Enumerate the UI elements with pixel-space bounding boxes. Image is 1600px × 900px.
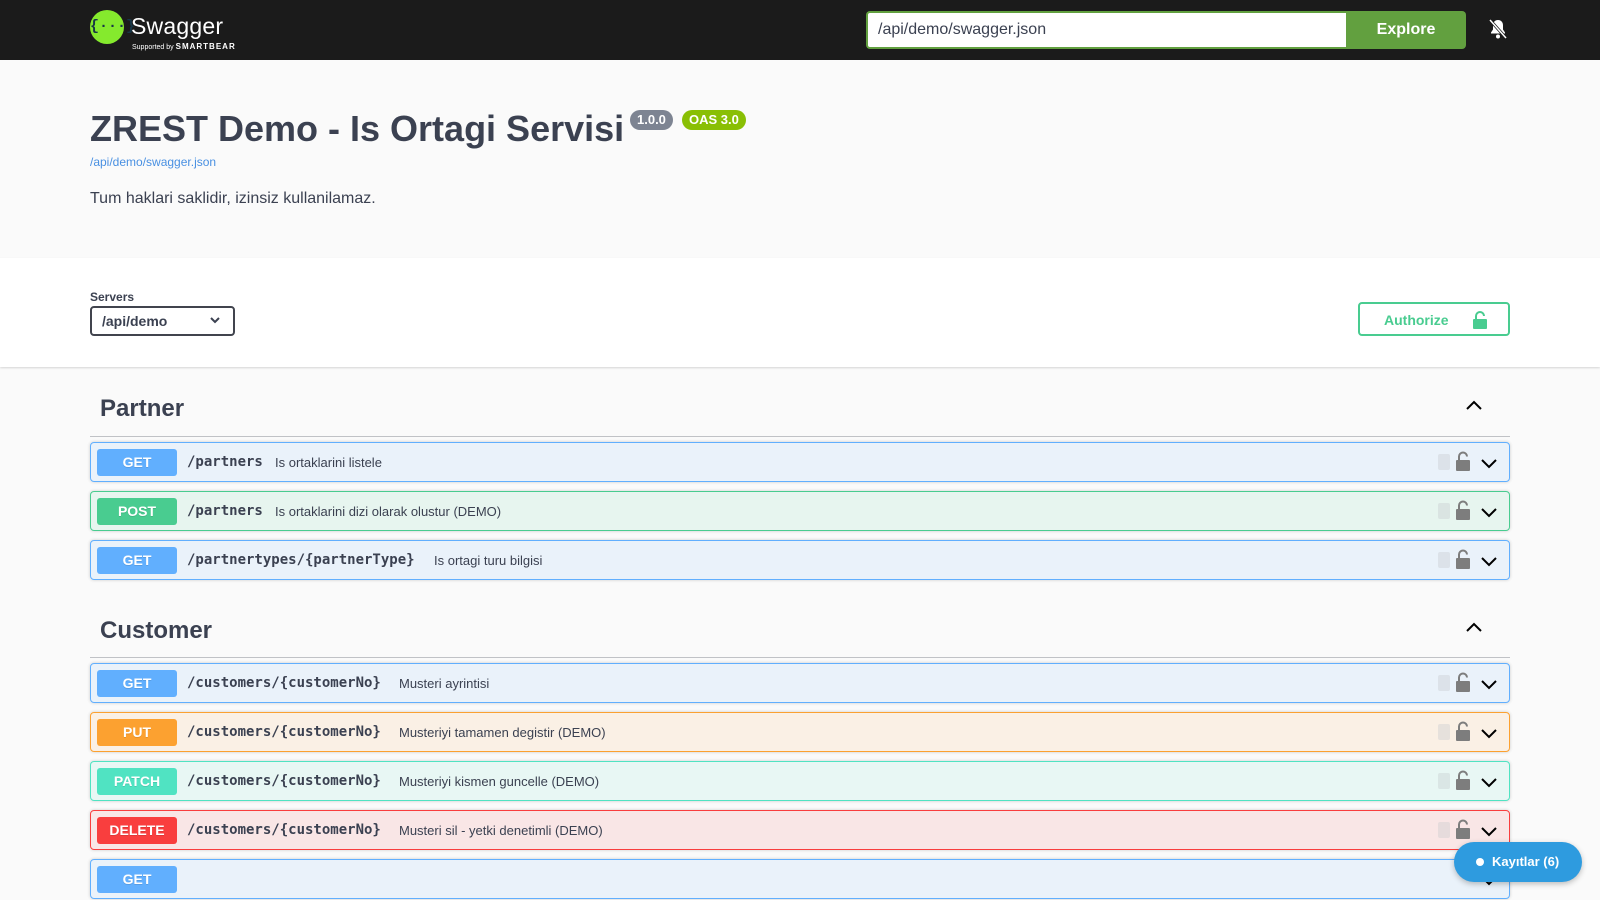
unlocked-lock-icon[interactable] <box>1455 672 1471 692</box>
page-title: ZREST Demo - Is Ortagi Servisi <box>90 108 625 149</box>
tag-name: Customer <box>100 617 213 644</box>
selected-server: /api/demo <box>102 313 168 329</box>
tag-section-header[interactable]: Partner <box>90 367 1510 437</box>
chevron-down-icon[interactable] <box>1479 502 1499 522</box>
operation-path: /customers/{customerNo} <box>187 822 381 838</box>
unlocked-lock-icon[interactable] <box>1455 819 1471 839</box>
authorize-button[interactable]: Authorize <box>1358 302 1510 336</box>
unlocked-lock-icon <box>1473 311 1487 329</box>
servers-select[interactable]: /api/demo <box>90 306 235 336</box>
method-badge: GET <box>97 547 177 574</box>
api-info: ZREST Demo - Is Ortagi Servisi 1.0.0 OAS… <box>0 60 1600 258</box>
copy-icon[interactable] <box>1437 723 1451 741</box>
swagger-logo[interactable]: {···} Swagger Supported by SMARTBEAR <box>90 10 240 52</box>
api-description: Tum haklari saklidir, izinsiz kullanilam… <box>90 190 376 207</box>
version-badge: 1.0.0 <box>630 110 673 130</box>
copy-icon[interactable] <box>1437 674 1451 692</box>
operation-path: /partners <box>187 503 263 519</box>
operation-path: /partnertypes/{partnerType} <box>187 552 415 568</box>
chevron-down-icon[interactable] <box>1479 674 1499 694</box>
operation-summary: Is ortaklarini listele <box>275 455 382 470</box>
chevron-down-icon <box>210 317 220 324</box>
swagger-logo-icon: {···} <box>90 10 135 44</box>
unlocked-lock-icon[interactable] <box>1455 500 1471 520</box>
operation-path: /customers/{customerNo} <box>187 675 381 691</box>
chevron-down-icon[interactable] <box>1479 551 1499 571</box>
tag-name: Partner <box>100 395 185 422</box>
method-badge: GET <box>97 449 177 476</box>
method-badge: GET <box>97 670 177 697</box>
method-badge: PUT <box>97 719 177 746</box>
operation-summary: Musteriyi kismen guncelle (DEMO) <box>399 774 600 789</box>
unlocked-lock-icon[interactable] <box>1455 451 1471 471</box>
unlocked-lock-icon[interactable] <box>1455 549 1471 569</box>
status-dot-icon <box>1476 858 1484 866</box>
operation-row[interactable]: DELETE /customers/{customerNo} Musteri s… <box>90 810 1510 850</box>
chevron-down-icon[interactable] <box>1479 821 1499 841</box>
chevron-up-icon <box>1466 622 1482 632</box>
operation-row[interactable]: GET <box>90 859 1510 899</box>
logo-tagline: Supported by SMARTBEAR <box>132 42 236 51</box>
unlocked-lock-icon[interactable] <box>1455 721 1471 741</box>
copy-icon[interactable] <box>1437 551 1451 569</box>
copy-icon[interactable] <box>1437 502 1451 520</box>
scheme-container: Servers /api/demo Authorize <box>0 258 1600 367</box>
operation-summary: Musteri sil - yetki denetimli (DEMO) <box>399 823 603 838</box>
method-badge: PATCH <box>97 768 177 795</box>
logo-name: Swagger <box>131 13 224 39</box>
logs-label: Kayıtlar (6) <box>1492 854 1560 869</box>
bell-off-icon[interactable] <box>1486 17 1510 41</box>
operation-summary: Is ortaklarini dizi olarak olustur (DEMO… <box>275 504 502 519</box>
copy-icon[interactable] <box>1437 772 1451 790</box>
tag-section-header[interactable]: Customer <box>90 589 1510 658</box>
chevron-up-icon <box>1466 400 1482 410</box>
operation-summary: Musteri ayrintisi <box>399 676 490 691</box>
chevron-down-icon[interactable] <box>1479 772 1499 792</box>
operation-path: /partners <box>187 454 263 470</box>
spec-url-input[interactable] <box>866 11 1347 49</box>
operation-summary: Musteriyi tamamen degistir (DEMO) <box>399 725 606 740</box>
spec-link[interactable]: /api/demo/swagger.json <box>90 155 216 169</box>
operation-row[interactable]: GET /partnertypes/{partnerType} Is ortag… <box>90 540 1510 580</box>
operation-row[interactable]: POST /partners Is ortaklarini dizi olara… <box>90 491 1510 531</box>
chevron-down-icon[interactable] <box>1479 723 1499 743</box>
operation-path: /customers/{customerNo} <box>187 724 381 740</box>
operation-row[interactable]: GET /customers/{customerNo} Musteri ayri… <box>90 663 1510 703</box>
operation-summary: Is ortagi turu bilgisi <box>434 553 543 568</box>
explore-button[interactable]: Explore <box>1346 11 1466 49</box>
unlocked-lock-icon[interactable] <box>1455 770 1471 790</box>
operation-row[interactable]: PATCH /customers/{customerNo} Musteriyi … <box>90 761 1510 801</box>
chevron-down-icon[interactable] <box>1479 453 1499 473</box>
operation-path: /customers/{customerNo} <box>187 773 381 789</box>
operation-row[interactable]: GET /partners Is ortaklarini listele <box>90 442 1510 482</box>
copy-icon[interactable] <box>1437 453 1451 471</box>
logs-button[interactable]: Kayıtlar (6) <box>1454 842 1582 882</box>
copy-icon[interactable] <box>1437 821 1451 839</box>
servers-label: Servers <box>90 290 135 304</box>
authorize-label: Authorize <box>1384 312 1449 328</box>
top-bar: {···} Swagger Supported by SMARTBEAR Exp… <box>0 0 1600 60</box>
operation-row[interactable]: PUT /customers/{customerNo} Musteriyi ta… <box>90 712 1510 752</box>
method-badge: GET <box>97 866 177 893</box>
method-badge: POST <box>97 498 177 525</box>
operations-list: Partner GET /partners Is ortaklarini lis… <box>90 367 1510 900</box>
method-badge: DELETE <box>97 817 177 844</box>
oas-badge: OAS 3.0 <box>682 110 746 130</box>
